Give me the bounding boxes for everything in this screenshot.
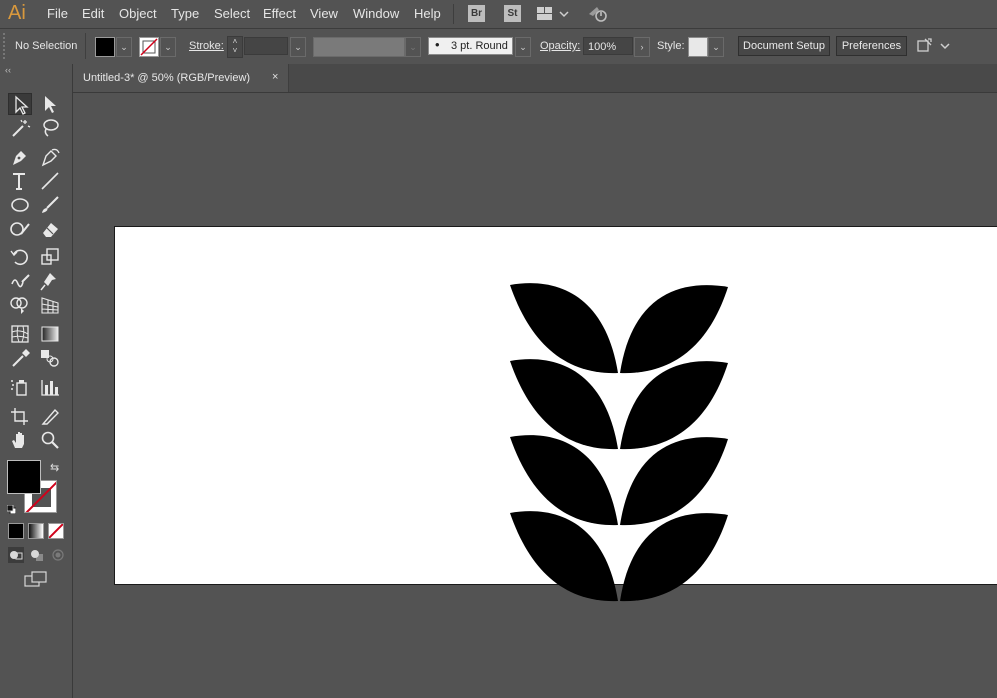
bridge-button[interactable]: Br — [468, 5, 485, 22]
column-graph-tool-icon[interactable] — [38, 376, 62, 398]
ellipse-tool-icon[interactable] — [8, 194, 32, 216]
brush-dot-icon: • — [435, 37, 440, 52]
blend-tool-icon[interactable] — [38, 347, 62, 369]
gradient-tool-icon[interactable] — [38, 323, 62, 345]
document-setup-button[interactable]: Document Setup — [738, 36, 830, 56]
leaf-row-2 — [510, 359, 728, 450]
draw-inside-icon[interactable] — [50, 547, 66, 563]
menu-type[interactable]: Type — [171, 6, 199, 21]
opacity-label[interactable]: Opacity: — [540, 40, 580, 52]
direct-selection-tool-icon[interactable] — [38, 93, 62, 115]
eraser-tool-icon[interactable] — [38, 218, 62, 240]
draw-normal-icon[interactable] — [8, 547, 24, 563]
screen-mode-icon[interactable] — [24, 571, 48, 589]
toolbox-collapse-icon[interactable]: ‹‹ — [5, 65, 11, 75]
tools-panel: ‹‹ ⇆ — [0, 64, 73, 698]
menu-effect[interactable]: Effect — [263, 6, 296, 21]
hand-tool-icon[interactable] — [8, 429, 32, 451]
stroke-weight-stepper[interactable]: ˄ ˅ — [227, 36, 243, 58]
leaf-row-4 — [510, 511, 728, 602]
none-mode-icon[interactable] — [48, 523, 64, 539]
shaper-tool-icon[interactable] — [8, 218, 32, 240]
rotate-tool-icon[interactable] — [8, 246, 32, 268]
control-separator — [85, 33, 86, 59]
zoom-tool-icon[interactable] — [38, 429, 62, 451]
stroke-label[interactable]: Stroke: — [189, 40, 224, 52]
leaf-row-1 — [510, 283, 728, 374]
menu-edit[interactable]: Edit — [82, 6, 104, 21]
menu-bar: Ai File Edit Object Type Select Effect V… — [0, 0, 997, 29]
leaf-pattern-artwork[interactable] — [510, 283, 730, 613]
color-mode-icon[interactable] — [8, 523, 24, 539]
lasso-tool-icon[interactable] — [38, 117, 62, 139]
menu-file[interactable]: File — [47, 6, 68, 21]
paintbrush-tool-icon[interactable] — [38, 194, 62, 216]
stock-button[interactable]: St — [504, 5, 521, 22]
style-label: Style: — [657, 40, 685, 52]
brush-definition[interactable]: • 3 pt. Round — [428, 37, 513, 55]
preferences-button[interactable]: Preferences — [836, 36, 907, 56]
variable-width-dropdown[interactable]: ⌄ — [405, 37, 421, 57]
fill-color-swatch[interactable] — [7, 460, 41, 494]
illustrator-logo: Ai — [8, 2, 26, 24]
default-fill-stroke-icon[interactable] — [6, 501, 17, 515]
menu-help[interactable]: Help — [414, 6, 441, 21]
control-bar: No Selection ⌄ ⌄ Stroke: ˄ ˅ ⌄ ⌄ • 3 pt. … — [0, 29, 997, 65]
document-tab[interactable]: Untitled-3* @ 50% (RGB/Preview) × — [73, 64, 289, 92]
line-segment-tool-icon[interactable] — [38, 170, 62, 192]
opacity-arrow[interactable]: › — [634, 37, 650, 57]
shape-builder-tool-icon[interactable] — [8, 294, 32, 316]
pen-tool-icon[interactable] — [8, 146, 32, 168]
arrange-documents-icon[interactable] — [537, 6, 569, 27]
arrange-panel-icon[interactable] — [916, 37, 950, 60]
menu-separator — [453, 4, 454, 24]
stroke-weight-dropdown[interactable]: ⌄ — [290, 37, 306, 57]
brush-label: 3 pt. Round — [451, 40, 508, 52]
fill-swatch[interactable] — [95, 37, 115, 57]
curvature-tool-icon[interactable] — [38, 146, 62, 168]
symbol-sprayer-tool-icon[interactable] — [8, 376, 32, 398]
selection-tool-icon[interactable] — [8, 93, 32, 115]
selection-status: No Selection — [15, 40, 78, 52]
perspective-grid-tool-icon[interactable] — [38, 294, 62, 316]
brush-dropdown[interactable]: ⌄ — [515, 37, 531, 57]
stroke-dropdown[interactable]: ⌄ — [160, 37, 176, 57]
variable-width-profile[interactable] — [313, 37, 405, 57]
document-tab-title: Untitled-3* @ 50% (RGB/Preview) — [83, 72, 251, 84]
stroke-weight-input[interactable] — [244, 37, 288, 55]
artboard-tool-icon[interactable] — [8, 405, 32, 427]
magic-wand-tool-icon[interactable] — [8, 117, 32, 139]
menu-view[interactable]: View — [310, 6, 338, 21]
close-tab-icon[interactable]: × — [272, 71, 278, 83]
leaf-row-3 — [510, 435, 728, 526]
opacity-input[interactable]: 100% — [583, 37, 633, 55]
slice-tool-icon[interactable] — [38, 405, 62, 427]
swap-fill-stroke-icon[interactable]: ⇆ — [50, 461, 59, 474]
stroke-swatch[interactable] — [139, 37, 159, 57]
style-swatch[interactable] — [688, 37, 708, 57]
document-tab-bar: Untitled-3* @ 50% (RGB/Preview) × — [73, 64, 997, 93]
style-dropdown[interactable]: ⌄ — [708, 37, 724, 57]
canvas-area[interactable] — [74, 93, 997, 698]
gpu-performance-icon[interactable] — [587, 4, 609, 29]
menu-select[interactable]: Select — [214, 6, 250, 21]
gradient-mode-icon[interactable] — [28, 523, 44, 539]
control-bar-grip[interactable] — [3, 33, 8, 59]
eyedropper-tool-icon[interactable] — [8, 347, 32, 369]
menu-object[interactable]: Object — [119, 6, 157, 21]
type-tool-icon[interactable] — [8, 170, 32, 192]
puppet-warp-tool-icon[interactable] — [38, 270, 62, 292]
draw-behind-icon[interactable] — [29, 547, 45, 563]
menu-window[interactable]: Window — [353, 6, 399, 21]
scale-tool-icon[interactable] — [38, 246, 62, 268]
warp-tool-icon[interactable] — [8, 270, 32, 292]
mesh-tool-icon[interactable] — [8, 323, 32, 345]
fill-dropdown[interactable]: ⌄ — [116, 37, 132, 57]
